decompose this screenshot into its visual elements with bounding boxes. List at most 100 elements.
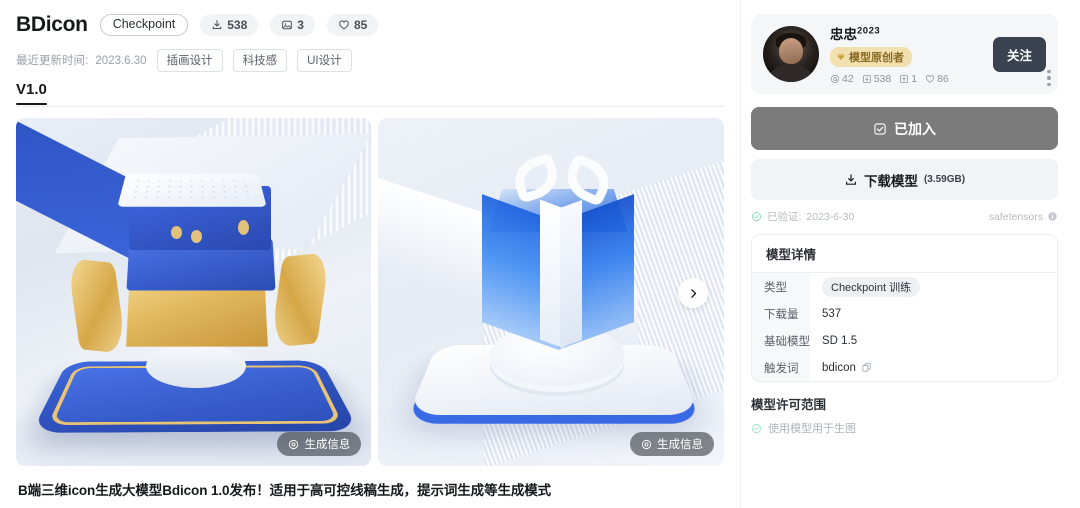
description-block: B端三维icon生成大模型Bdicon 1.0发布！适用于高可控线稿生成，提示词… (16, 479, 724, 508)
detail-key-trigger-word: 触发词 (752, 354, 810, 381)
download-box-icon (862, 74, 872, 84)
tag-1[interactable]: 科技感 (233, 49, 288, 72)
generation-info-chip-2[interactable]: 生成信息 (630, 432, 714, 456)
image-gallery: 生成信息 生成信息 (16, 118, 724, 466)
generation-info-label-1: 生成信息 (304, 436, 350, 452)
model-detail-page: BDicon Checkpoint 538 3 85 最近更新时间: 2023.… (0, 0, 1080, 508)
stat-downloads[interactable]: 538 (200, 14, 258, 36)
info-icon[interactable] (1047, 211, 1058, 222)
detail-value-base-model: SD 1.5 (810, 327, 1057, 354)
copy-icon[interactable] (861, 362, 872, 373)
upload-box-icon (899, 74, 909, 84)
author-name-sup: 2023 (857, 26, 880, 37)
at-icon (830, 74, 840, 84)
render-blue-gold-cube (16, 118, 371, 466)
avatar[interactable] (763, 26, 819, 82)
license-title: 模型许可范围 (751, 394, 1058, 413)
author-stat-followers-value: 42 (842, 73, 854, 85)
title-row: BDicon Checkpoint 538 3 85 (16, 10, 724, 40)
verify-label: 已验证: (767, 209, 801, 224)
image-icon (281, 19, 293, 31)
tab-v1-0[interactable]: V1.0 (16, 81, 47, 104)
author-info: 忠忠2023 模型原创者 42 538 1 86 (830, 23, 982, 85)
diamond-icon (836, 52, 846, 62)
verify-status: 已验证: 2023-6-30 (751, 209, 854, 224)
joined-button-label: 已加入 (894, 119, 936, 139)
author-name-text: 忠忠 (830, 27, 857, 42)
author-stat-downloads-value: 538 (874, 73, 892, 85)
gallery-image-1[interactable]: 生成信息 (16, 118, 371, 466)
stat-images[interactable]: 3 (270, 14, 315, 36)
author-stat-likes: 86 (925, 73, 949, 85)
info-circle-icon (288, 439, 299, 450)
author-stat-uploads: 1 (899, 73, 917, 85)
heart-icon (338, 19, 350, 31)
render-blue-gift-box (378, 118, 724, 466)
author-card: 忠忠2023 模型原创者 42 538 1 86 关注 (751, 14, 1058, 94)
download-icon (211, 19, 223, 31)
sidebar: 忠忠2023 模型原创者 42 538 1 86 关注 已加入 下载模型 (3.… (740, 0, 1080, 508)
meta-row: 最近更新时间: 2023.6.30 插画设计 科技感 UI设计 (16, 49, 724, 71)
stat-images-value: 3 (297, 18, 304, 32)
download-model-label: 下载模型 (864, 170, 918, 190)
download-model-button[interactable]: 下载模型 (3.59GB) (751, 159, 1058, 200)
gallery-next-button[interactable] (678, 278, 708, 308)
detail-value-downloads: 537 (810, 300, 1057, 327)
check-circle-icon (751, 423, 762, 434)
detail-value-type: Checkpoint 训练 (810, 273, 1057, 300)
generation-info-chip-1[interactable]: 生成信息 (277, 432, 361, 456)
download-icon (844, 173, 858, 187)
author-stats: 42 538 1 86 (830, 73, 982, 85)
more-options-button[interactable] (1040, 68, 1058, 88)
detail-row-downloads: 下载量 537 (752, 300, 1057, 327)
author-stat-followers: 42 (830, 73, 854, 85)
gallery-image-2[interactable]: 生成信息 (378, 118, 724, 466)
joined-button[interactable]: 已加入 (751, 107, 1058, 150)
detail-value-type-chip: Checkpoint 训练 (822, 277, 920, 297)
more-vertical-icon (1047, 70, 1051, 74)
page-title: BDicon (16, 13, 88, 37)
creator-badge: 模型原创者 (830, 47, 912, 67)
heart-icon (925, 74, 935, 84)
detail-value-trigger-word: bdicon (810, 354, 1057, 381)
verify-date: 2023-6-30 (806, 211, 854, 223)
main-content: BDicon Checkpoint 538 3 85 最近更新时间: 2023.… (0, 0, 740, 508)
verify-row: 已验证: 2023-6-30 safetensors (751, 209, 1058, 224)
file-format-label: safetensors (989, 211, 1043, 223)
detail-value-trigger-word-text: bdicon (822, 362, 856, 374)
stat-downloads-value: 538 (227, 18, 247, 32)
model-details-heading: 模型详情 (752, 235, 1057, 273)
tag-2[interactable]: UI设计 (297, 49, 352, 72)
check-square-icon (873, 122, 887, 136)
stat-likes-value: 85 (354, 18, 367, 32)
detail-row-base-model: 基础模型 SD 1.5 (752, 327, 1057, 354)
info-circle-icon (641, 439, 652, 450)
detail-key-type: 类型 (752, 273, 810, 300)
last-update: 最近更新时间: 2023.6.30 (16, 52, 147, 68)
author-stat-downloads: 538 (862, 73, 892, 85)
creator-badge-label: 模型原创者 (849, 49, 904, 65)
author-stat-uploads-value: 1 (911, 73, 917, 85)
check-circle-icon (751, 211, 762, 222)
author-stat-likes-value: 86 (937, 73, 949, 85)
detail-row-type: 类型 Checkpoint 训练 (752, 273, 1057, 300)
description-title: B端三维icon生成大模型Bdicon 1.0发布！适用于高可控线稿生成，提示词… (18, 479, 724, 499)
detail-key-base-model: 基础模型 (752, 327, 810, 354)
last-update-label: 最近更新时间: (16, 55, 88, 67)
license-item-0: 使用模型用于生图 (751, 420, 1058, 436)
follow-button[interactable]: 关注 (993, 37, 1046, 72)
version-tabs: V1.0 (16, 81, 724, 107)
tag-0[interactable]: 插画设计 (157, 49, 223, 72)
detail-key-downloads: 下载量 (752, 300, 810, 327)
last-update-date: 2023.6.30 (95, 55, 146, 67)
model-details-card: 模型详情 类型 Checkpoint 训练 下载量 537 基础模型 SD 1.… (751, 234, 1058, 382)
file-format: safetensors (989, 211, 1058, 223)
download-model-size: (3.59GB) (924, 174, 965, 185)
model-type-pill[interactable]: Checkpoint (100, 14, 189, 37)
stat-likes[interactable]: 85 (327, 14, 378, 36)
author-name[interactable]: 忠忠2023 (830, 23, 982, 43)
chevron-right-icon (687, 287, 700, 300)
detail-row-trigger-word: 触发词 bdicon (752, 354, 1057, 381)
license-item-label: 使用模型用于生图 (768, 420, 856, 436)
generation-info-label-2: 生成信息 (657, 436, 703, 452)
